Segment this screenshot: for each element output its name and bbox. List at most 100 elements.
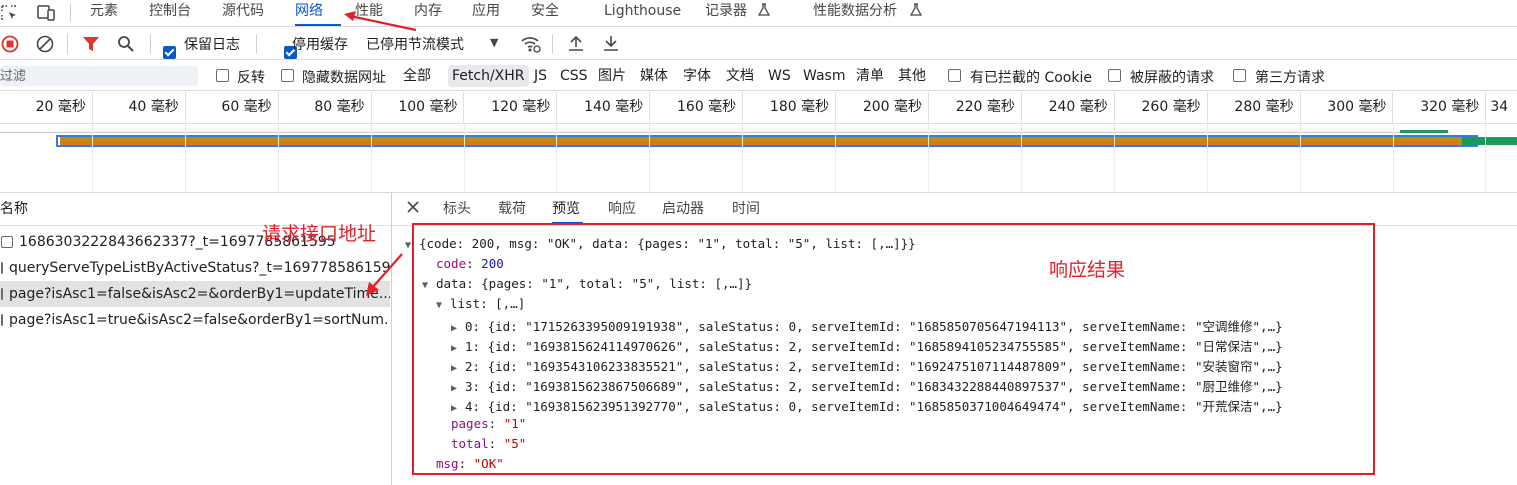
collapse-triangle-icon[interactable]: ▶ [451, 383, 465, 394]
json-list-item[interactable]: ▶ 4: {id: "1693815623951392770", saleStat… [451, 396, 1283, 415]
json-list[interactable]: ▼ list: [,…] [436, 296, 525, 311]
filter-icon[interactable] [82, 36, 100, 56]
network-conditions-icon[interactable] [520, 34, 542, 58]
search-icon[interactable] [117, 35, 135, 57]
timeline-tick: 140 毫秒 [557, 92, 651, 124]
collapse-triangle-icon[interactable]: ▶ [451, 403, 465, 414]
hide-data-urls-checkbox[interactable] [281, 69, 294, 82]
request-row[interactable]: queryServeTypeListByActiveStatus?_t=1697… [0, 255, 390, 281]
type-filter-all[interactable]: 全部 [403, 65, 431, 87]
divider [70, 4, 71, 22]
timeline-overview[interactable] [0, 124, 1517, 193]
json-list-item-text: 2: {id: "1693543106233835521", saleStatu… [465, 359, 1283, 374]
expand-triangle-icon[interactable]: ▼ [436, 300, 450, 311]
collapse-triangle-icon[interactable]: ▶ [451, 343, 465, 354]
json-list-item[interactable]: ▶ 0: {id: "1715263395009191938", saleStat… [451, 316, 1283, 335]
type-filter-wasm[interactable]: Wasm [803, 65, 845, 87]
expand-triangle-icon[interactable]: ▼ [422, 280, 436, 291]
device-toolbar-icon[interactable] [36, 4, 56, 26]
third-party-label: 第三方请求 [1255, 70, 1325, 86]
request-type-icon [1, 314, 3, 326]
chevron-down-icon[interactable]: ▼ [490, 36, 498, 49]
type-filter-media[interactable]: 媒体 [640, 65, 668, 87]
inspect-element-icon[interactable] [0, 4, 18, 26]
timeline-tick: 160 毫秒 [650, 92, 744, 124]
json-total: total: "5" [451, 436, 527, 451]
tab-security[interactable]: 安全 [531, 0, 559, 26]
timeline-tick: 260 毫秒 [1115, 92, 1208, 124]
tab-initiator[interactable]: 启动器 [662, 193, 704, 224]
type-filter-doc[interactable]: 文档 [726, 65, 754, 87]
invert-checkbox[interactable] [216, 69, 229, 82]
tab-timing[interactable]: 时间 [732, 193, 760, 224]
filter-input[interactable] [0, 66, 198, 86]
blocked-requests-label: 被屏蔽的请求 [1130, 70, 1214, 86]
tab-response[interactable]: 响应 [608, 193, 636, 224]
timeline-tick: 280 毫秒 [1208, 92, 1301, 124]
type-filter-other[interactable]: 其他 [898, 65, 926, 87]
collapse-triangle-icon[interactable]: ▶ [451, 323, 465, 334]
throttle-select[interactable]: 已停用节流模式 [366, 34, 464, 54]
import-har-icon[interactable] [567, 34, 585, 56]
json-value: "5" [503, 436, 527, 451]
tab-headers[interactable]: 标头 [443, 193, 471, 224]
type-filter-font[interactable]: 字体 [683, 65, 711, 87]
json-list-item-text: 0: {id: "1715263395009191938", saleStatu… [465, 319, 1283, 334]
third-party-checkbox[interactable] [1233, 69, 1246, 82]
json-list-item-text: 1: {id: "1693815624114970626", saleStatu… [465, 339, 1283, 354]
json-list-item[interactable]: ▶ 1: {id: "1693815624114970626", saleStat… [451, 336, 1283, 355]
type-filter-manifest[interactable]: 清单 [856, 65, 884, 87]
request-name: page?isAsc1=true&isAsc2=false&orderBy1=s… [9, 312, 390, 328]
export-har-icon[interactable] [602, 34, 620, 56]
annotation-response-result: 响应结果 [1049, 259, 1126, 281]
close-icon[interactable] [406, 200, 420, 218]
json-list-item[interactable]: ▶ 3: {id: "1693815623867506689", saleStat… [451, 376, 1283, 395]
request-row-selected[interactable]: page?isAsc1=false&isAsc2=&orderBy1=updat… [0, 281, 390, 307]
detail-tabs: 标头 载荷 预览 响应 启动器 时间 [392, 193, 1517, 226]
type-filter-fetch-xhr[interactable]: Fetch/XHR [448, 65, 529, 87]
divider [150, 34, 151, 54]
tab-performance-insights[interactable]: 性能数据分析 [813, 0, 897, 26]
tab-sources[interactable]: 源代码 [222, 0, 264, 26]
request-type-icon [1, 236, 13, 248]
overview-gridline [742, 124, 744, 192]
preserve-log-checkbox[interactable] [163, 46, 176, 59]
timeline-tick: 240 毫秒 [1022, 92, 1115, 124]
tab-network[interactable]: 网络 [295, 0, 341, 26]
type-filter-js[interactable]: JS [534, 65, 547, 87]
request-row[interactable]: page?isAsc1=true&isAsc2=false&orderBy1=s… [0, 307, 390, 333]
blocked-cookies-checkbox[interactable] [948, 69, 961, 82]
json-data[interactable]: ▼ data: {pages: "1", total: "5", list: [,… [422, 276, 752, 291]
tab-elements[interactable]: 元素 [90, 0, 118, 26]
json-list-item-text: 3: {id: "1693815623867506689", saleStatu… [465, 379, 1283, 394]
blocked-requests-checkbox[interactable] [1108, 69, 1121, 82]
overview-download-bar [60, 141, 1462, 145]
collapse-triangle-icon[interactable]: ▶ [451, 363, 465, 374]
tab-lighthouse[interactable]: Lighthouse [604, 0, 681, 26]
tab-recorder[interactable]: 记录器 [705, 0, 747, 26]
tab-console[interactable]: 控制台 [149, 0, 191, 26]
json-value: "OK" [473, 456, 504, 471]
clear-icon[interactable] [36, 35, 54, 57]
tab-preview[interactable]: 预览 [552, 193, 583, 224]
tab-application[interactable]: 应用 [472, 0, 500, 26]
devtools-main-tabs: 元素 控制台 源代码 网络 性能 内存 应用 安全 Lighthouse 记录器… [0, 0, 1517, 32]
overview-gridline [556, 124, 558, 192]
timeline-tick: 180 毫秒 [743, 92, 837, 124]
type-filter-img[interactable]: 图片 [598, 65, 626, 87]
divider [256, 34, 257, 54]
overview-gridline [1392, 124, 1394, 192]
type-filter-ws[interactable]: WS [768, 65, 791, 87]
json-value: "1" [503, 416, 527, 431]
json-msg: msg: "OK" [436, 456, 504, 471]
overview-gridline [91, 124, 93, 192]
type-filter-css[interactable]: CSS [560, 65, 588, 87]
network-toolbar: 保留日志 停用缓存 已停用节流模式 ▼ [0, 28, 1517, 60]
hide-data-urls-label: 隐藏数据网址 [302, 70, 386, 86]
stop-recording-icon[interactable] [1, 35, 19, 57]
timeline-tick: 220 毫秒 [929, 92, 1022, 124]
tab-payload[interactable]: 载荷 [498, 193, 526, 224]
request-detail-panel: 标头 载荷 预览 响应 启动器 时间 ▼ {code: 200, msg: "OK… [392, 193, 1517, 485]
overview-gridline [1020, 124, 1022, 192]
json-list-item[interactable]: ▶ 2: {id: "1693543106233835521", saleStat… [451, 356, 1283, 375]
